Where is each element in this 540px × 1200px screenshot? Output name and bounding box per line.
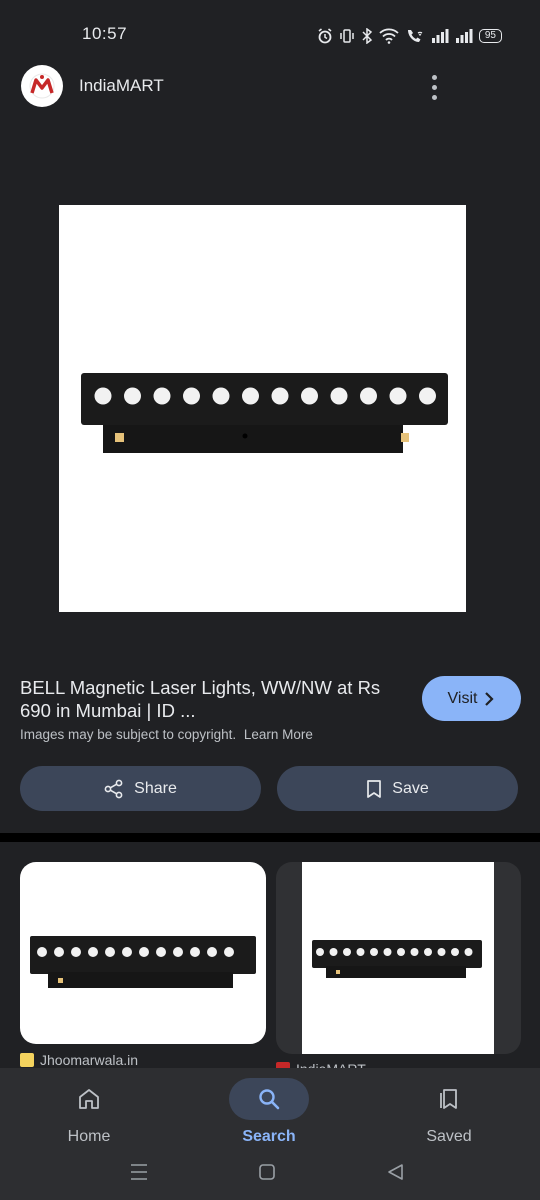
alarm-icon — [318, 28, 332, 44]
led-lens — [464, 948, 473, 956]
led-lens — [360, 387, 377, 405]
status-time: 10:57 — [82, 24, 128, 43]
led-lens — [271, 387, 289, 405]
more-options-button[interactable] — [421, 72, 447, 102]
led-lens — [437, 948, 446, 956]
battery-indicator: 95 — [478, 29, 502, 43]
led-lens — [54, 947, 64, 957]
led-lens — [105, 947, 115, 957]
visit-button[interactable]: Visit — [422, 676, 521, 721]
more-dot — [431, 84, 437, 90]
nav-search-label: Search — [242, 1128, 296, 1145]
led-lens — [71, 947, 81, 957]
led-lens — [301, 387, 318, 405]
related-source-name: Jhoomarwala.in — [40, 1052, 139, 1068]
product-image[interactable] — [59, 205, 466, 612]
search-icon — [259, 1089, 280, 1110]
led-lens — [343, 948, 351, 956]
led-lens — [37, 947, 47, 957]
learn-more-link[interactable]: Learn More — [244, 727, 313, 742]
status-icons: 95 — [317, 25, 502, 47]
led-lens — [183, 387, 200, 405]
nav-search[interactable]: Search — [209, 1078, 329, 1146]
more-dot — [431, 94, 437, 100]
led-lens — [212, 387, 230, 405]
section-divider — [0, 833, 540, 842]
related-image-card[interactable] — [276, 862, 521, 1054]
led-lens — [329, 948, 338, 956]
led-lens — [242, 387, 259, 405]
led-lens — [424, 948, 432, 956]
led-lens — [451, 948, 459, 956]
share-label: Share — [134, 779, 177, 797]
vibrate-icon — [340, 29, 354, 43]
indiamart-logo-mark — [29, 73, 55, 99]
back-button[interactable] — [388, 1164, 403, 1180]
led-lens — [94, 387, 112, 405]
chevron-right-icon — [485, 691, 495, 706]
led-lens — [156, 947, 166, 957]
site-favicon-icon — [20, 1053, 34, 1067]
led-lens — [207, 947, 217, 957]
related-image-card[interactable] — [20, 862, 266, 1044]
bluetooth-icon — [362, 28, 373, 44]
led-lens — [139, 947, 149, 957]
led-lens — [88, 947, 98, 957]
led-lens — [224, 947, 234, 957]
led-lens — [356, 948, 365, 956]
system-navigation-bar — [131, 1164, 403, 1180]
related-track-light-image — [30, 936, 256, 988]
led-lens — [410, 948, 419, 956]
related-image-frame — [302, 862, 494, 1054]
led-lens — [316, 948, 324, 956]
led-lens — [122, 947, 132, 957]
wifi-calling-icon — [407, 30, 423, 42]
led-lens — [153, 387, 171, 405]
indiamart-logo — [21, 65, 63, 107]
related-source[interactable]: Jhoomarwala.in — [20, 1052, 138, 1068]
led-lens — [419, 387, 436, 405]
led-lens — [370, 948, 378, 956]
visit-label: Visit — [447, 689, 478, 707]
nav-icon-container — [229, 1078, 309, 1120]
result-title[interactable]: BELL Magnetic Laser Lights, WW/NW at Rs … — [20, 676, 402, 722]
led-lens — [330, 387, 348, 405]
led-lens — [389, 387, 407, 405]
share-icon — [104, 779, 123, 798]
save-label: Save — [392, 779, 429, 797]
copyright-text: Images may be subject to copyright. — [20, 727, 237, 742]
home-button[interactable] — [259, 1164, 275, 1180]
wifi-icon — [379, 28, 399, 44]
saved-icon — [440, 1089, 457, 1109]
nav-icon-container — [409, 1078, 489, 1120]
nav-saved-label: Saved — [426, 1128, 472, 1145]
source-name[interactable]: IndiaMART — [79, 76, 164, 96]
nav-saved[interactable]: Saved — [389, 1078, 509, 1146]
led-lens — [173, 947, 183, 957]
home-icon — [79, 1089, 99, 1109]
signal-icon-1 — [431, 29, 449, 43]
led-lens — [190, 947, 200, 957]
nav-home[interactable]: Home — [29, 1078, 149, 1146]
share-button[interactable]: Share — [20, 766, 261, 811]
nav-icon-container — [49, 1078, 129, 1120]
led-lens — [124, 387, 141, 405]
bookmark-icon — [367, 779, 382, 798]
more-dot — [431, 74, 437, 80]
related-track-light-image — [312, 940, 482, 978]
led-lens — [397, 948, 405, 956]
nav-home-label: Home — [67, 1128, 111, 1145]
copyright-notice: Images may be subject to copyright. Lear… — [20, 727, 313, 742]
signal-icon-2 — [455, 29, 473, 43]
led-lens — [383, 948, 392, 956]
recents-button[interactable] — [131, 1164, 147, 1180]
save-button[interactable]: Save — [277, 766, 518, 811]
track-light-illustration — [81, 373, 448, 453]
